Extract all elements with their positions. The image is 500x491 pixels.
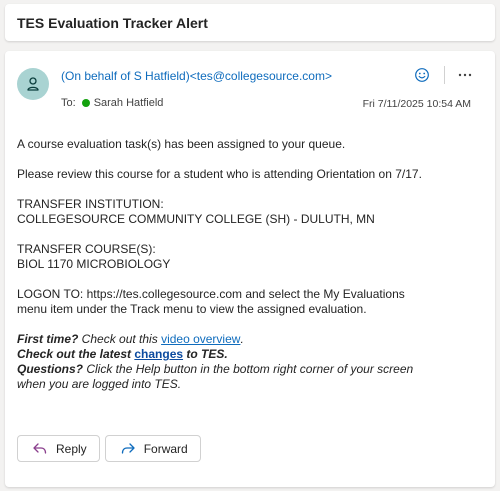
transfer-course-label: TRANSFER COURSE(S): [17, 242, 156, 256]
first-time-bold: First time? [17, 332, 79, 346]
message-card: (On behalf of S Hatfield)<tes@collegesou… [5, 51, 495, 487]
changes-link[interactable]: changes [134, 347, 183, 361]
sent-timestamp: Fri 7/11/2025 10:54 AM [362, 98, 471, 110]
transfer-course-value: BIOL 1170 MICROBIOLOGY [17, 257, 171, 271]
sender-address[interactable]: (On behalf of S Hatfield)<tes@collegesou… [61, 69, 332, 83]
person-icon [27, 77, 39, 91]
forward-button[interactable]: Forward [104, 435, 201, 462]
first-time-end: . [240, 332, 244, 346]
header-divider [444, 66, 445, 84]
logon-line: menu item under the Track menu to view t… [17, 302, 367, 316]
emoji-reaction-button[interactable] [412, 65, 432, 85]
transfer-institution-value: COLLEGESOURCE COMMUNITY COLLEGE (SH) - D… [17, 212, 375, 226]
reply-label: Reply [56, 441, 87, 456]
more-actions-button[interactable] [455, 65, 475, 85]
message-body: A course evaluation task(s) has been ass… [17, 137, 487, 392]
sender-avatar[interactable] [17, 68, 49, 100]
emoji-icon [415, 68, 429, 82]
reply-button[interactable]: Reply [17, 435, 100, 462]
questions-line: Questions? Click the Help button in the … [17, 362, 487, 377]
logon-line: LOGON TO: https://tes.collegesource.com … [17, 287, 405, 301]
recipient-name[interactable]: Sarah Hatfield [94, 97, 164, 109]
questions-text: when you are logged into TES. [17, 377, 182, 391]
latest-end: to TES. [183, 347, 228, 361]
to-label: To: [61, 97, 76, 109]
email-subject: TES Evaluation Tracker Alert [17, 14, 208, 31]
body-line: Please review this course for a student … [17, 167, 422, 181]
transfer-institution-label: TRANSFER INSTITUTION: [17, 197, 164, 211]
body-line: A course evaluation task(s) has been ass… [17, 137, 346, 151]
recipient-row: To: Sarah Hatfield [61, 97, 163, 109]
first-time-line: First time? Check out this video overvie… [17, 332, 487, 347]
more-icon [458, 73, 472, 77]
message-actions: Reply Forward [17, 435, 206, 462]
header-actions [412, 65, 475, 85]
subject-bar: TES Evaluation Tracker Alert [5, 4, 495, 41]
questions-bold: Questions? [17, 362, 84, 376]
questions-line: when you are logged into TES. [17, 377, 487, 392]
questions-text: Click the Help button in the bottom righ… [83, 362, 414, 376]
first-time-text: Check out this [78, 332, 162, 346]
latest-changes-line: Check out the latest changes to TES. [17, 347, 487, 362]
video-overview-link[interactable]: video overview [161, 332, 240, 346]
latest-bold: Check out the latest [17, 347, 135, 361]
presence-available-icon [81, 99, 90, 107]
forward-label: Forward [143, 441, 188, 456]
forward-icon [120, 442, 136, 456]
reply-icon [32, 442, 48, 456]
